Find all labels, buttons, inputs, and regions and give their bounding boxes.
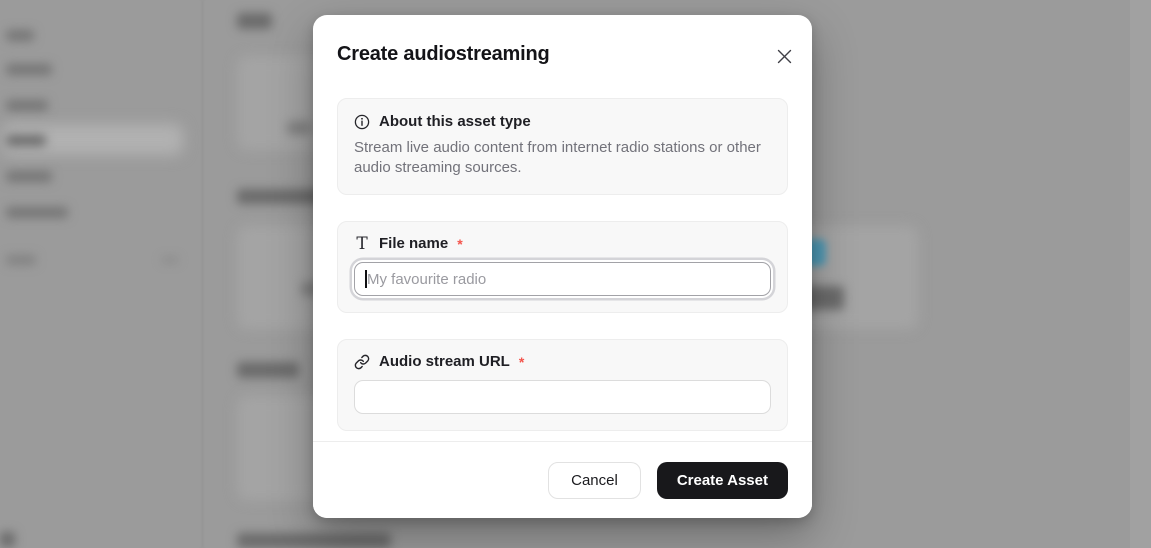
blurred-sidebar-item (6, 135, 46, 146)
audio-stream-url-field-group: Audio stream URL * (337, 339, 788, 431)
blurred-page-heading (237, 13, 272, 29)
audio-stream-url-input[interactable] (354, 380, 771, 414)
about-asset-type-panel: About this asset type Stream live audio … (337, 98, 788, 195)
blurred-card-text (287, 121, 311, 135)
audio-stream-url-label: Audio stream URL (379, 354, 510, 370)
blurred-sidebar-item (6, 207, 68, 218)
dialog-footer: Cancel Create Asset (313, 441, 812, 518)
blurred-sidebar-item (6, 30, 34, 41)
text-type-icon: T (354, 236, 370, 252)
create-asset-button[interactable]: Create Asset (657, 462, 788, 499)
blurred-sidebar-item (6, 64, 52, 75)
info-circle-icon (354, 114, 370, 130)
file-name-input[interactable] (354, 262, 771, 296)
info-panel-description: Stream live audio content from internet … (354, 138, 762, 178)
blurred-sidebar-section-label (6, 255, 36, 265)
blurred-section-heading (237, 533, 391, 548)
dialog-title: Create audiostreaming (337, 42, 788, 66)
required-marker: * (519, 354, 524, 370)
sidebar-divider (202, 0, 203, 548)
text-caret (365, 270, 367, 288)
create-audiostreaming-dialog: Create audiostreaming About this asset t… (313, 15, 812, 518)
cancel-button[interactable]: Cancel (548, 462, 641, 499)
file-name-field-group: T File name * (337, 221, 788, 313)
blurred-avatar (0, 532, 15, 547)
blurred-sidebar-item (6, 100, 48, 111)
scrollbar-track[interactable] (1130, 0, 1151, 548)
blurred-section-heading (237, 362, 299, 378)
info-panel-title: About this asset type (379, 114, 531, 130)
required-marker: * (457, 236, 462, 252)
blurred-collapse-icon (162, 258, 178, 262)
file-name-label: File name (379, 236, 448, 252)
blurred-sidebar-item (6, 171, 52, 182)
link-icon (354, 354, 370, 370)
